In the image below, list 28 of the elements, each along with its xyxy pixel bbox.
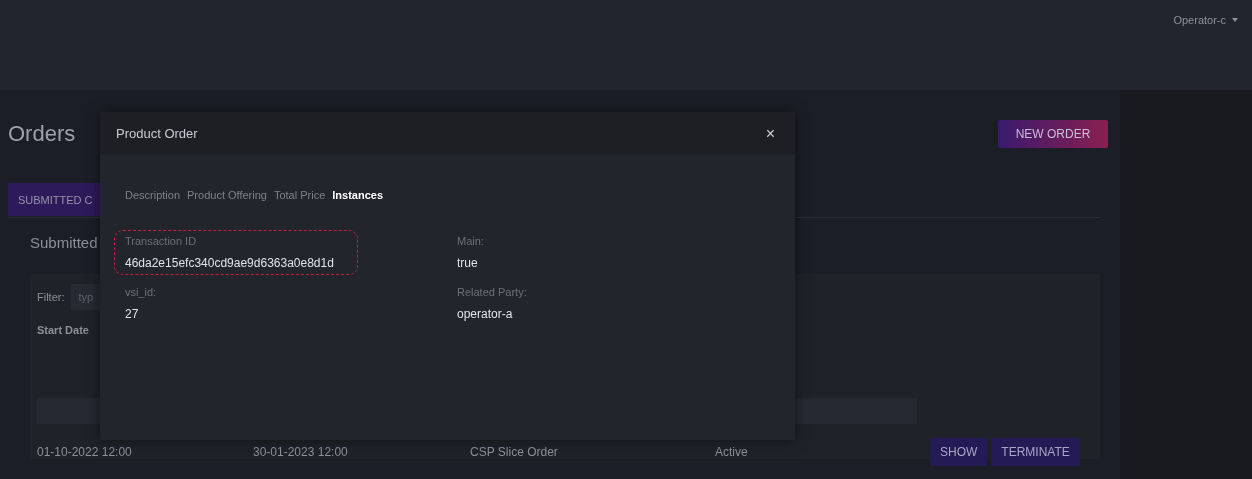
user-name[interactable]: Operator-c xyxy=(1173,14,1226,26)
dialog-tab[interactable]: Instances xyxy=(332,189,384,201)
section-title: Submitted xyxy=(30,234,98,251)
field-label: vsi_id: xyxy=(125,286,158,298)
dialog-title: Product Order xyxy=(116,126,198,141)
dialog-tab[interactable]: Description xyxy=(125,189,181,201)
terminate-button[interactable]: TERMINATE xyxy=(991,438,1080,466)
show-button[interactable]: SHOW xyxy=(930,438,988,466)
caret-icon xyxy=(1232,18,1238,22)
field-value: operator-a xyxy=(457,307,514,321)
new-order-button[interactable]: NEW ORDER xyxy=(998,120,1108,148)
table-cell-text: 01-10-2022 12:00 xyxy=(37,445,133,459)
field-label: Related Party: xyxy=(457,286,528,298)
field-value: 27 xyxy=(125,307,140,321)
table-cell-text: CSP Slice Order xyxy=(470,445,559,459)
field-label: Transaction ID xyxy=(125,235,198,247)
column-header: Start Date xyxy=(37,324,90,336)
field-value: true xyxy=(457,256,479,270)
table-cell-text: 30-01-2023 12:00 xyxy=(253,445,349,459)
dialog-tab[interactable]: Product Offering xyxy=(187,189,267,201)
field-value: 46da2e15efc340cd9ae9d6363a0e8d1d xyxy=(125,256,335,270)
field-label: Main: xyxy=(457,235,485,247)
dialog-tab[interactable]: Total Price xyxy=(273,189,326,201)
filter-label: Filter: xyxy=(37,291,65,303)
table-cell-text: Active xyxy=(715,445,749,459)
close-button[interactable]: × xyxy=(761,124,779,143)
orders-tab[interactable]: SUBMITTED C xyxy=(8,183,103,216)
page-title: Orders xyxy=(8,121,76,147)
